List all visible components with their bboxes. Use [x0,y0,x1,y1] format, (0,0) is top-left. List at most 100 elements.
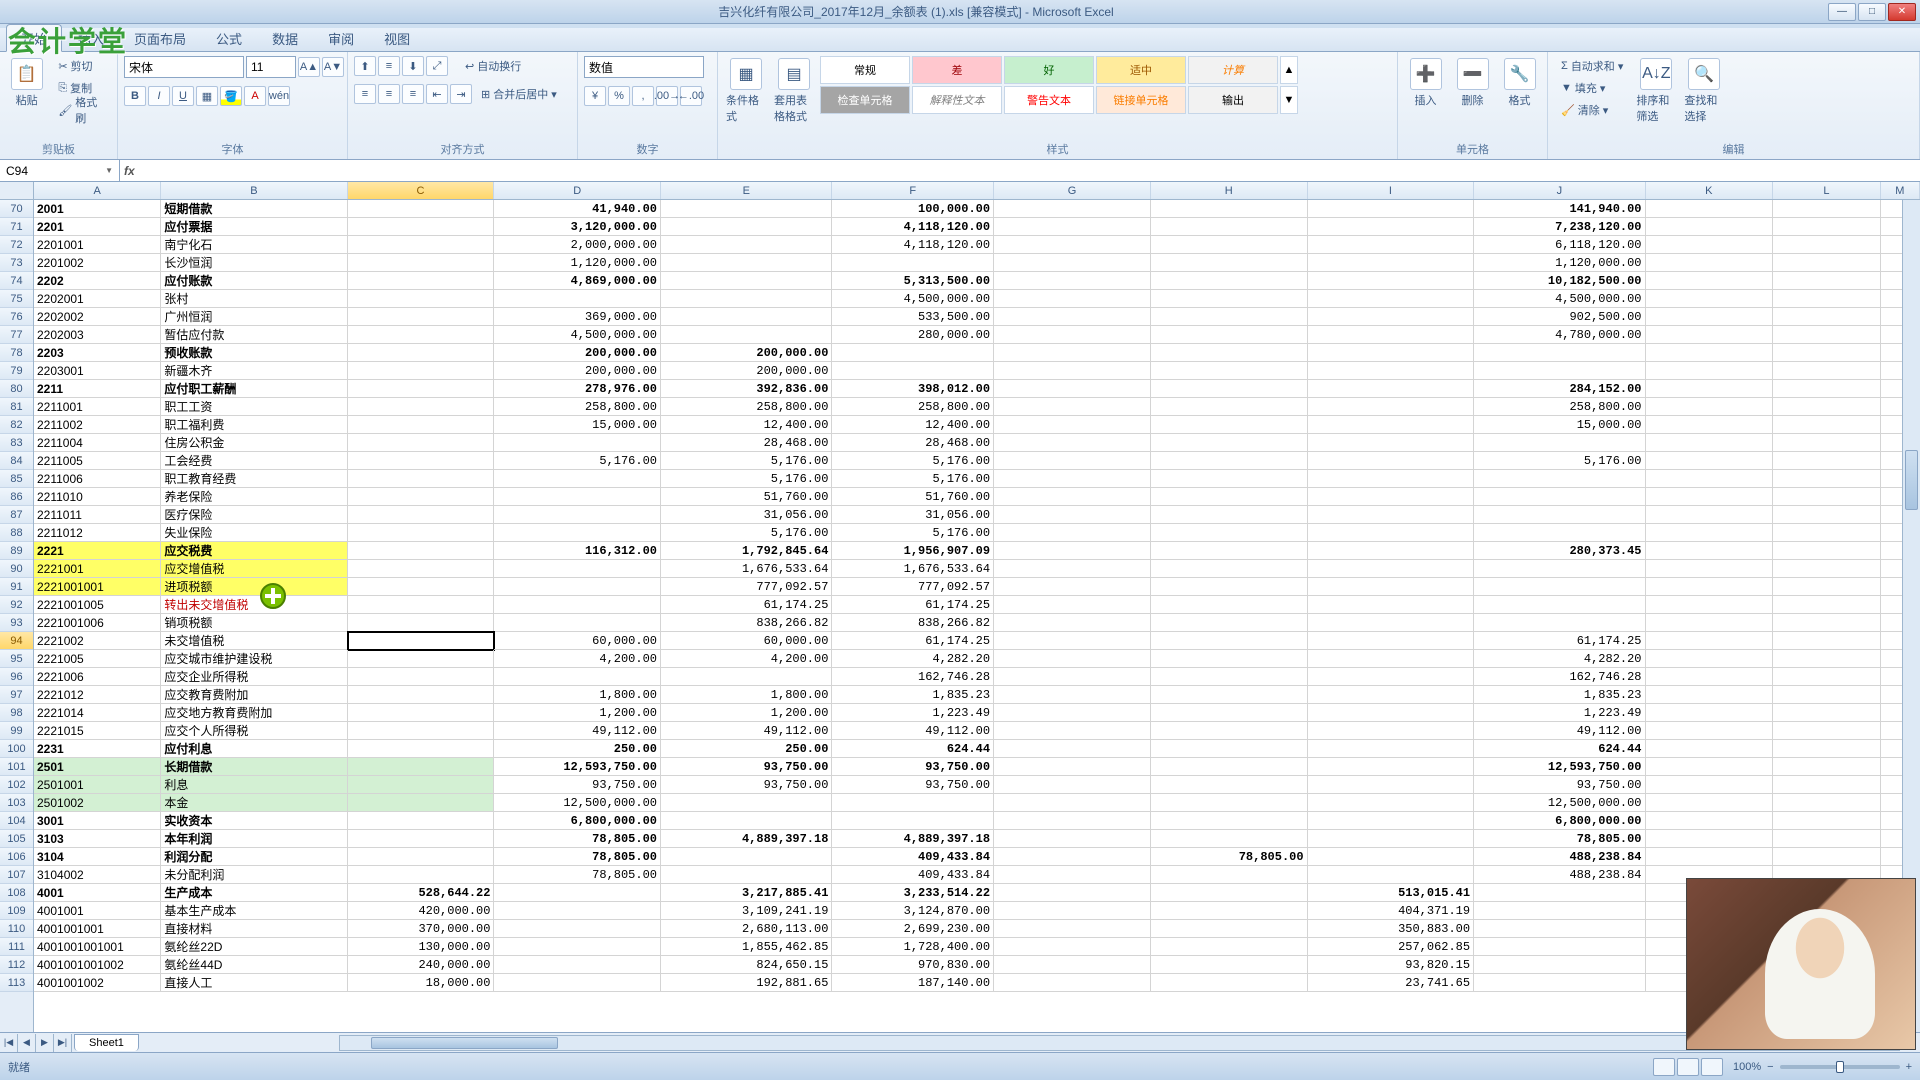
cell-F80[interactable]: 398,012.00 [832,380,994,398]
cell-J85[interactable] [1474,470,1645,488]
cell-G106[interactable] [994,848,1151,866]
row-header[interactable]: 83 [0,434,33,452]
style-linked[interactable]: 链接单元格 [1096,86,1186,114]
row-header[interactable]: 79 [0,362,33,380]
cell-L93[interactable] [1773,614,1881,632]
cell-K81[interactable] [1646,398,1773,416]
minimize-button[interactable]: — [1828,3,1856,21]
cell-K105[interactable] [1646,830,1773,848]
cell-A76[interactable]: 2202002 [34,308,161,326]
cell-G82[interactable] [994,416,1151,434]
row-header[interactable]: 86 [0,488,33,506]
comma-button[interactable]: , [632,86,654,106]
cell-H112[interactable] [1151,956,1308,974]
cell-F78[interactable] [832,344,994,362]
row-header[interactable]: 93 [0,614,33,632]
cell-G77[interactable] [994,326,1151,344]
cell-D107[interactable]: 78,805.00 [494,866,661,884]
cell-B90[interactable]: 应交增值税 [161,560,347,578]
cell-J79[interactable] [1474,362,1645,380]
cell-D97[interactable]: 1,800.00 [494,686,661,704]
cell-E83[interactable]: 28,468.00 [661,434,832,452]
cell-G72[interactable] [994,236,1151,254]
cell-F72[interactable]: 4,118,120.00 [832,236,994,254]
cell-A106[interactable]: 3104 [34,848,161,866]
cell-E110[interactable]: 2,680,113.00 [661,920,832,938]
cell-B75[interactable]: 张村 [161,290,347,308]
cell-H92[interactable] [1151,596,1308,614]
cell-J106[interactable]: 488,238.84 [1474,848,1645,866]
cell-F82[interactable]: 12,400.00 [832,416,994,434]
cell-D106[interactable]: 78,805.00 [494,848,661,866]
col-header-F[interactable]: F [832,182,994,199]
cell-H85[interactable] [1151,470,1308,488]
cell-G70[interactable] [994,200,1151,218]
menu-tab-2[interactable]: 页面布局 [120,25,200,51]
cell-E90[interactable]: 1,676,533.64 [661,560,832,578]
cell-G71[interactable] [994,218,1151,236]
currency-button[interactable]: ¥ [584,86,606,106]
row-header[interactable]: 89 [0,542,33,560]
cell-J92[interactable] [1474,596,1645,614]
cell-F88[interactable]: 5,176.00 [832,524,994,542]
cell-D82[interactable]: 15,000.00 [494,416,661,434]
cell-J86[interactable] [1474,488,1645,506]
cell-B77[interactable]: 暂估应付款 [161,326,347,344]
cell-B73[interactable]: 长沙恒润 [161,254,347,272]
cell-H107[interactable] [1151,866,1308,884]
cell-D99[interactable]: 49,112.00 [494,722,661,740]
cell-F90[interactable]: 1,676,533.64 [832,560,994,578]
clear-button[interactable]: 🧹 清除 ▾ [1554,100,1630,120]
italic-button[interactable]: I [148,86,170,106]
cell-G74[interactable] [994,272,1151,290]
cell-B96[interactable]: 应交企业所得税 [161,668,347,686]
row-header[interactable]: 101 [0,758,33,776]
cell-F77[interactable]: 280,000.00 [832,326,994,344]
cell-L97[interactable] [1773,686,1881,704]
cell-L106[interactable] [1773,848,1881,866]
cell-D91[interactable] [494,578,661,596]
cell-G87[interactable] [994,506,1151,524]
cell-A79[interactable]: 2203001 [34,362,161,380]
cell-D101[interactable]: 12,593,750.00 [494,758,661,776]
row-header[interactable]: 72 [0,236,33,254]
cell-C92[interactable] [348,596,495,614]
cell-I90[interactable] [1308,560,1475,578]
cell-L82[interactable] [1773,416,1881,434]
align-left-button[interactable]: ≡ [354,84,376,104]
cell-I71[interactable] [1308,218,1475,236]
cell-A78[interactable]: 2203 [34,344,161,362]
cell-D110[interactable] [494,920,661,938]
cell-J109[interactable] [1474,902,1645,920]
cell-L78[interactable] [1773,344,1881,362]
cell-E101[interactable]: 93,750.00 [661,758,832,776]
cell-K77[interactable] [1646,326,1773,344]
cell-D71[interactable]: 3,120,000.00 [494,218,661,236]
cell-L86[interactable] [1773,488,1881,506]
cell-G80[interactable] [994,380,1151,398]
cell-F71[interactable]: 4,118,120.00 [832,218,994,236]
cell-K80[interactable] [1646,380,1773,398]
cell-F95[interactable]: 4,282.20 [832,650,994,668]
cell-K78[interactable] [1646,344,1773,362]
cell-G104[interactable] [994,812,1151,830]
cell-K92[interactable] [1646,596,1773,614]
cell-B76[interactable]: 广州恒润 [161,308,347,326]
cell-K99[interactable] [1646,722,1773,740]
row-header[interactable]: 112 [0,956,33,974]
bold-button[interactable]: B [124,86,146,106]
col-header-D[interactable]: D [494,182,661,199]
cell-D94[interactable]: 60,000.00 [494,632,661,650]
cell-A83[interactable]: 2211004 [34,434,161,452]
cell-D96[interactable] [494,668,661,686]
cell-I89[interactable] [1308,542,1475,560]
cell-J80[interactable]: 284,152.00 [1474,380,1645,398]
cell-E107[interactable] [661,866,832,884]
cell-G73[interactable] [994,254,1151,272]
row-header[interactable]: 108 [0,884,33,902]
underline-button[interactable]: U [172,86,194,106]
cell-B98[interactable]: 应交地方教育费附加 [161,704,347,722]
zoom-in-button[interactable]: + [1906,1061,1912,1073]
cell-D102[interactable]: 93,750.00 [494,776,661,794]
cell-A99[interactable]: 2221015 [34,722,161,740]
